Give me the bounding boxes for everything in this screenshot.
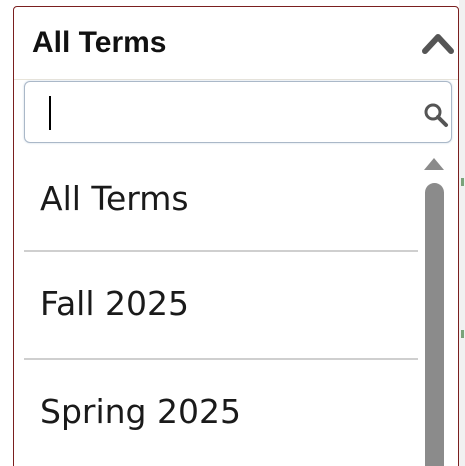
term-dropdown: All Terms All Terms Fall 2025 Spring 202… xyxy=(13,6,459,466)
scrollbar-thumb[interactable] xyxy=(425,183,444,466)
selected-term-label: All Terms xyxy=(32,26,167,59)
search-icon xyxy=(424,103,448,127)
background-page-edge xyxy=(459,0,465,466)
options-list: All Terms Fall 2025 Spring 2025 xyxy=(14,147,458,466)
search-input[interactable] xyxy=(31,88,417,136)
option-spring-2025[interactable]: Spring 2025 xyxy=(24,360,418,466)
scroll-up-arrow-icon[interactable] xyxy=(423,157,445,171)
option-fall-2025[interactable]: Fall 2025 xyxy=(24,252,418,359)
background-page-mark xyxy=(461,178,464,186)
chevron-up-icon[interactable] xyxy=(421,31,455,55)
page: All Terms All Terms Fall 2025 Spring 202… xyxy=(0,0,465,466)
text-caret xyxy=(49,96,51,130)
option-all-terms[interactable]: All Terms xyxy=(24,147,418,254)
option-label: Spring 2025 xyxy=(40,392,241,431)
dropdown-header[interactable]: All Terms xyxy=(14,7,458,80)
option-label: Fall 2025 xyxy=(40,284,189,323)
option-label: All Terms xyxy=(40,179,189,218)
search-box[interactable] xyxy=(24,81,452,143)
background-page-mark xyxy=(461,330,464,338)
